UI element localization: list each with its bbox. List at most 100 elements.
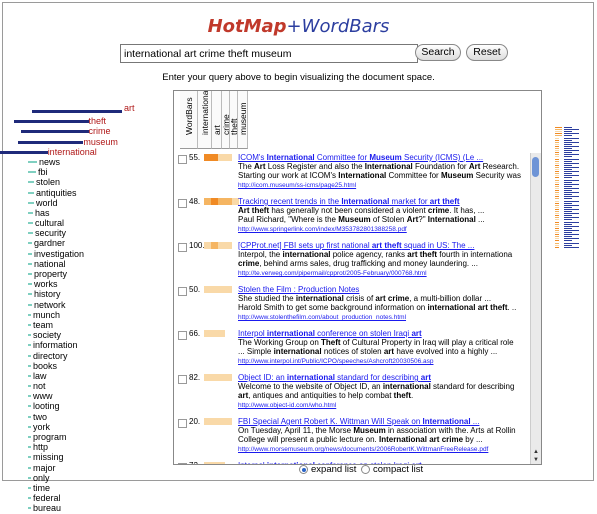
- result-checkbox[interactable]: [178, 155, 187, 164]
- wordbar-has[interactable]: has: [6, 208, 138, 218]
- result-snippet-line: Starting our work at ICOM's Internationa…: [238, 171, 521, 180]
- wordbar-society[interactable]: society: [6, 330, 138, 340]
- compact-list-label[interactable]: compact list: [373, 464, 423, 475]
- wordbar-national[interactable]: national: [6, 259, 138, 269]
- wordbar-www[interactable]: www: [6, 391, 138, 401]
- column-header-international[interactable]: international: [198, 91, 212, 149]
- search-button[interactable]: Search: [415, 44, 461, 61]
- results-scrollbar[interactable]: ▲ ▼: [530, 153, 541, 464]
- wordbar-label: society: [33, 330, 62, 341]
- wordbar-missing[interactable]: missing: [6, 452, 138, 462]
- minimap-doc-line: [564, 196, 579, 198]
- wordbar-only[interactable]: only: [6, 473, 138, 483]
- result-snippet-line: Welcome to the website of Object ID, an …: [238, 382, 515, 391]
- result-title-link[interactable]: ICOM's International Committee for Museu…: [238, 153, 530, 162]
- result-title-link[interactable]: FBI Special Agent Robert K. Wittman Will…: [238, 417, 530, 426]
- result-snippet-line: She studied the international crisis of …: [238, 294, 492, 303]
- wordbar-fill: [28, 466, 31, 469]
- wordbar-program[interactable]: program: [6, 432, 138, 442]
- minimap-doc-line: [564, 131, 572, 133]
- reset-button[interactable]: Reset: [466, 44, 508, 61]
- expand-list-radio[interactable]: [299, 465, 308, 474]
- result-checkbox[interactable]: [178, 331, 187, 340]
- result-snippet-line: Art theft has generally not been conside…: [238, 206, 485, 215]
- wordbar-law[interactable]: law: [6, 371, 138, 381]
- wordbar-time[interactable]: time: [6, 483, 138, 493]
- wordbar-munch[interactable]: munch: [6, 310, 138, 320]
- column-header-museum[interactable]: museum: [238, 91, 248, 149]
- wordbar-directory[interactable]: directory: [6, 351, 138, 361]
- result-title-link[interactable]: Object ID: an international standard for…: [238, 373, 530, 382]
- minimap-heat-mark: [555, 162, 559, 164]
- wordbar-crime[interactable]: crime: [6, 126, 138, 136]
- result-checkbox[interactable]: [178, 419, 187, 428]
- result-url-link[interactable]: http://www.object-id.com/who.html: [238, 401, 530, 410]
- minimap-heat-mark: [555, 219, 559, 221]
- column-header-wordbars[interactable]: WordBars: [180, 91, 198, 149]
- wordbar-antiquities[interactable]: antiquities: [6, 188, 138, 198]
- minimap-doc-line: [564, 192, 579, 194]
- wordbar-news[interactable]: news: [6, 157, 138, 167]
- result-url-link[interactable]: http://www.morsemuseum.org/news/document…: [238, 445, 530, 454]
- scroll-down-arrow-icon[interactable]: ▼: [532, 457, 540, 463]
- wordbar-network[interactable]: network: [6, 300, 138, 310]
- result-url-link[interactable]: http://www.interpol.int/Public/ICPO/spee…: [238, 357, 530, 366]
- search-input[interactable]: [120, 44, 418, 63]
- result-title-link[interactable]: Tracking recent trends in the Internatio…: [238, 197, 530, 206]
- wordbar-gardner[interactable]: gardner: [6, 238, 138, 248]
- minimap-doc-line: [564, 198, 572, 200]
- result-checkbox[interactable]: [178, 199, 187, 208]
- wordbar-books[interactable]: books: [6, 361, 138, 371]
- wordbar-art[interactable]: art: [6, 103, 138, 116]
- result-url-link[interactable]: http://www.stolenthefilm.com/about_produ…: [238, 313, 530, 322]
- result-checkbox[interactable]: [178, 287, 187, 296]
- result-checkbox[interactable]: [178, 243, 187, 252]
- result-url-link[interactable]: http://www.springerlink.com/index/M35378…: [238, 225, 530, 234]
- wordbar-label: missing: [33, 452, 64, 463]
- wordbar-label: cultural: [35, 218, 65, 229]
- wordbar-major[interactable]: major: [6, 463, 138, 473]
- wordbar-stolen[interactable]: stolen: [6, 177, 138, 187]
- wordbar-two[interactable]: two: [6, 412, 138, 422]
- expand-list-label[interactable]: expand list: [311, 464, 356, 475]
- wordbar-property[interactable]: property: [6, 269, 138, 279]
- result-title-link[interactable]: Interpol international conference on sto…: [238, 329, 530, 338]
- wordbar-museum[interactable]: museum: [6, 137, 138, 147]
- wordbar-team[interactable]: team: [6, 320, 138, 330]
- wordbar-information[interactable]: information: [6, 340, 138, 350]
- wordbar-works[interactable]: works: [6, 279, 138, 289]
- minimap-doc-line: [564, 127, 572, 128]
- wordbar-security[interactable]: security: [6, 228, 138, 238]
- wordbar-international[interactable]: international: [0, 147, 138, 157]
- result-checkbox[interactable]: [178, 375, 187, 384]
- wordbar-federal[interactable]: federal: [6, 493, 138, 503]
- wordbar-label: only: [33, 472, 50, 483]
- wordbar-theft[interactable]: theft: [6, 116, 138, 126]
- wordbar-looting[interactable]: looting: [6, 401, 138, 411]
- result-checkbox[interactable]: [178, 463, 187, 464]
- column-header-theft[interactable]: theft: [229, 91, 239, 149]
- app-title-hotmap: HotMap: [207, 16, 287, 37]
- compact-list-radio[interactable]: [361, 465, 370, 474]
- minimap-heat-mark: [555, 208, 559, 210]
- wordbar-history[interactable]: history: [6, 289, 138, 299]
- minimap-doc-line: [564, 217, 579, 219]
- result-url-link[interactable]: http://te.verweg.com/pipermail/cpprot/20…: [238, 269, 530, 278]
- wordbar-york[interactable]: york: [6, 422, 138, 432]
- column-header-label: WordBars: [183, 97, 194, 135]
- minimap-heat-mark: [555, 173, 559, 175]
- wordbar-cultural[interactable]: cultural: [6, 218, 138, 228]
- wordbar-world[interactable]: world: [6, 198, 138, 208]
- wordbar-http[interactable]: http: [6, 442, 138, 452]
- hotmap-overview-minimap[interactable]: [551, 127, 591, 249]
- result-title-link[interactable]: Stolen the Film : Production Notes: [238, 285, 530, 294]
- scroll-up-arrow-icon[interactable]: ▲: [532, 449, 540, 455]
- wordbar-fbi[interactable]: fbi: [6, 167, 138, 177]
- result-title-link[interactable]: [CPProt.net] FBI sets up first national …: [238, 241, 530, 250]
- scrollbar-thumb[interactable]: [532, 157, 539, 177]
- wordbar-bureau[interactable]: bureau: [6, 503, 138, 513]
- minimap-doc-line: [564, 240, 572, 242]
- wordbar-not[interactable]: not: [6, 381, 138, 391]
- result-url-link[interactable]: http://icom.museum/ss-icms/page25.html: [238, 181, 530, 190]
- wordbar-investigation[interactable]: investigation: [6, 249, 138, 259]
